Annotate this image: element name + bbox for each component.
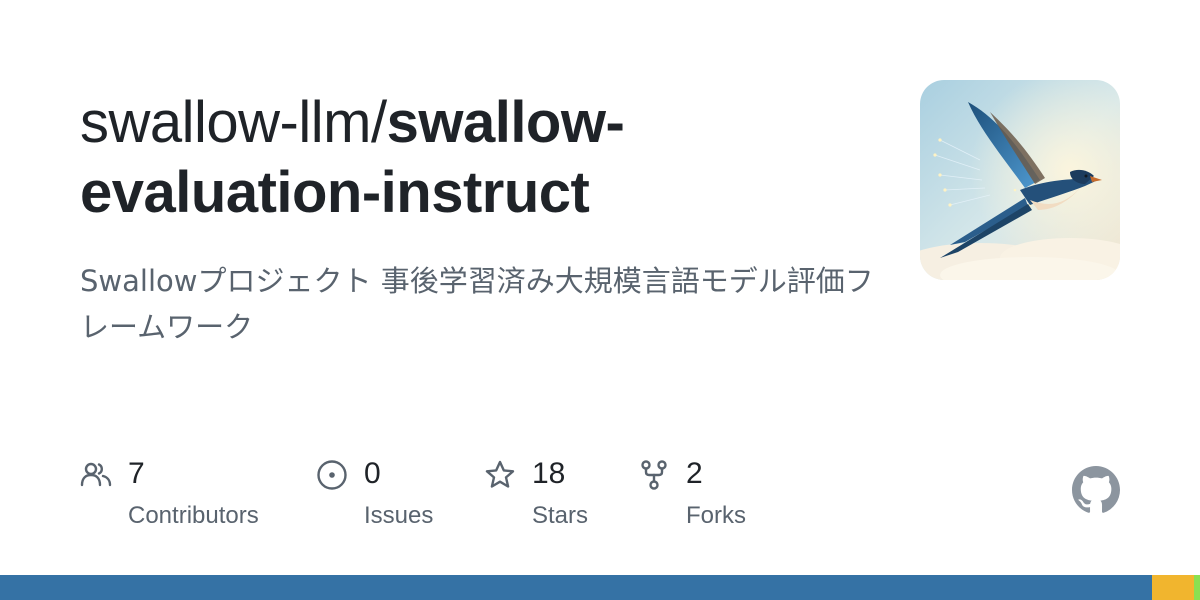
swallow-bird-image [920, 80, 1120, 280]
github-logo[interactable] [1072, 466, 1120, 514]
stat-label: Contributors [128, 502, 259, 529]
repo-title[interactable]: swallow-llm/swallow-evaluation-instruct [80, 88, 880, 228]
repo-owner[interactable]: swallow-llm/ [80, 90, 387, 155]
people-icon [80, 462, 112, 487]
language-segment [1152, 575, 1194, 600]
language-segment [1194, 575, 1200, 600]
issue-circle-icon [317, 460, 347, 490]
language-bar [0, 575, 1200, 600]
stat-label: Forks [686, 502, 746, 529]
stat-label: Stars [532, 502, 589, 529]
stat-value: 0 [364, 457, 381, 490]
repo-avatar [920, 80, 1120, 280]
stat-label: Issues [364, 502, 434, 529]
language-segment [0, 575, 1152, 600]
repo-description: Swallowプロジェクト 事後学習済み大規模言語モデル評価フレームワーク [80, 264, 874, 344]
repo-stats: 7 Contributors 0 Issues 18 Stars 2 Forks [80, 455, 980, 535]
stat-value: 7 [128, 457, 145, 490]
stat-value: 2 [686, 457, 703, 490]
stat-value: 18 [532, 457, 566, 490]
github-icon [1072, 466, 1120, 513]
star-icon [485, 460, 515, 488]
fork-icon [641, 460, 667, 490]
